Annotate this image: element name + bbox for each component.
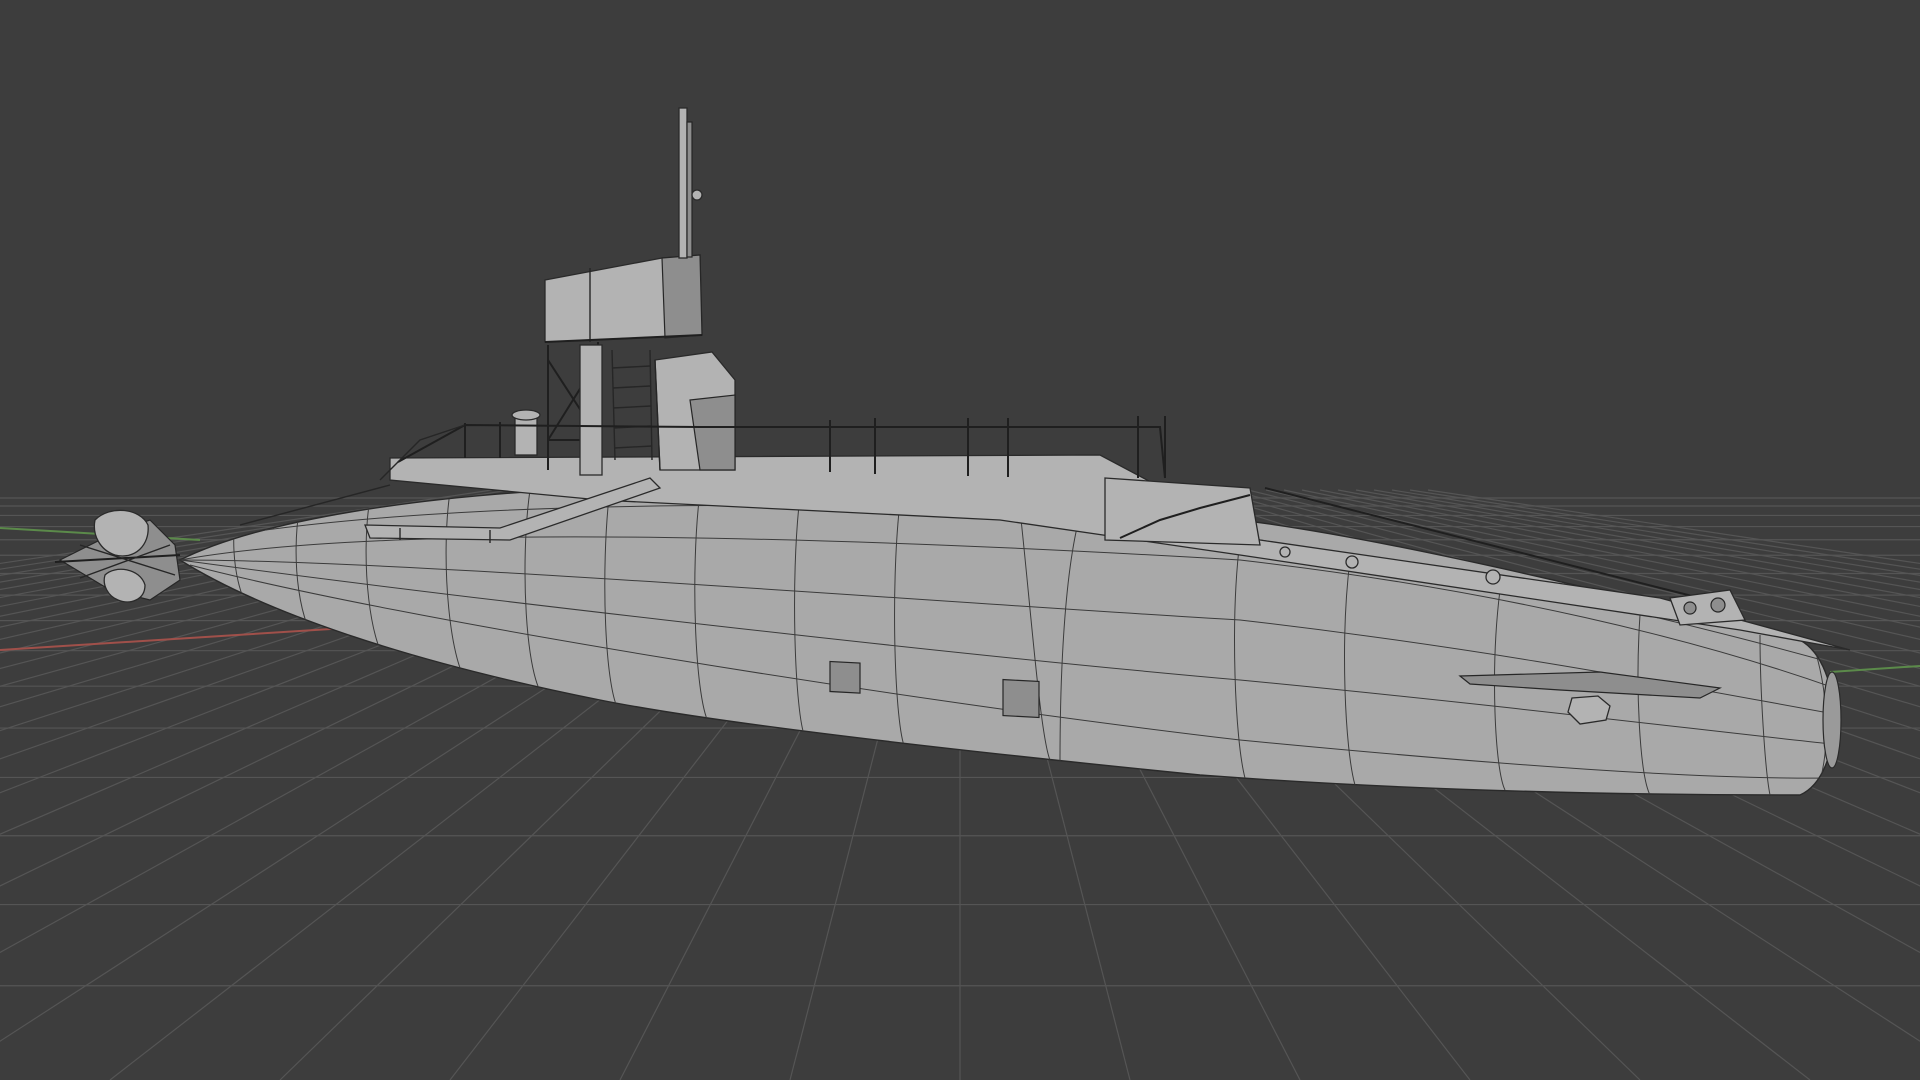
3d-viewport[interactable]	[0, 0, 1920, 1080]
periscope-mast[interactable]	[678, 107, 703, 259]
tower-ladder[interactable]	[611, 349, 653, 461]
hull-panel-2	[1002, 678, 1040, 719]
conning-tower[interactable]	[654, 351, 736, 471]
viewport-canvas[interactable]	[0, 0, 1920, 1080]
anchor-chain[interactable]	[1104, 477, 1261, 546]
submarine-model[interactable]	[54, 107, 1851, 796]
y-axis-line-right	[1829, 665, 1920, 673]
bridge-screen[interactable]	[544, 254, 703, 343]
tower-frame	[547, 341, 603, 476]
stern-propeller[interactable]	[54, 509, 181, 603]
deck-vent[interactable]	[511, 409, 541, 456]
bow-cap	[1822, 671, 1842, 769]
hull-panel-1	[829, 660, 861, 694]
